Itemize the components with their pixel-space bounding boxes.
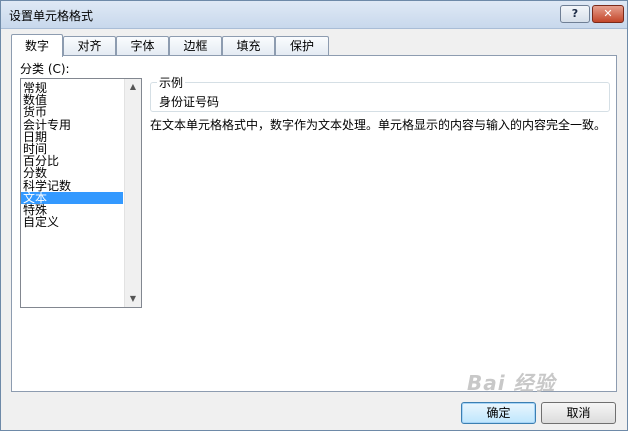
category-item[interactable]: 会计专用 (21, 118, 123, 131)
sample-legend: 示例 (157, 74, 186, 91)
number-tab-panel: 分类 (C): 常规 数值 货币 会计专用 日期 时间 百分比 分数 科学记数 文本 特殊 自定义 ▲… (11, 55, 617, 392)
help-button[interactable]: ? (560, 5, 590, 23)
category-listbox[interactable]: 常规 数值 货币 会计专用 日期 时间 百分比 分数 科学记数 文本 特殊 自定义 ▲ ▼ (20, 78, 142, 308)
tab-protection[interactable]: 保护 (275, 36, 329, 56)
scroll-down-icon[interactable]: ▼ (125, 291, 141, 307)
cancel-button[interactable]: 取消 (541, 402, 616, 424)
category-item[interactable]: 科学记数 (21, 179, 123, 192)
title-bar: 设置单元格格式 ? ✕ (1, 1, 627, 29)
format-cells-dialog: 设置单元格格式 ? ✕ 数字 对齐 字体 边框 填充 保护 分类 (C): 常规… (0, 0, 628, 431)
category-scrollbar[interactable]: ▲ ▼ (124, 79, 141, 307)
format-description: 在文本单元格格式中，数字作为文本处理。单元格显示的内容与输入的内容完全一致。 (150, 118, 607, 132)
ok-button[interactable]: 确定 (461, 402, 536, 424)
category-item[interactable]: 分数 (21, 167, 123, 179)
dialog-title: 设置单元格格式 (9, 9, 94, 23)
tab-alignment[interactable]: 对齐 (63, 36, 116, 56)
sample-value: 身份证号码 (159, 95, 220, 109)
tab-border[interactable]: 边框 (169, 36, 222, 56)
close-button[interactable]: ✕ (592, 5, 624, 23)
watermark-logo: Bai 经验 (467, 371, 556, 395)
scroll-up-icon[interactable]: ▲ (125, 79, 141, 95)
category-item[interactable]: 货币 (21, 106, 123, 118)
tab-font[interactable]: 字体 (116, 36, 169, 56)
category-list: 常规 数值 货币 会计专用 日期 时间 百分比 分数 科学记数 文本 特殊 自定义 (21, 82, 123, 228)
category-label: 分类 (C): (20, 62, 70, 76)
sample-group: 示例 身份证号码 (150, 74, 610, 112)
category-item[interactable]: 自定义 (21, 216, 123, 228)
tab-number[interactable]: 数字 (11, 34, 63, 57)
tab-fill[interactable]: 填充 (222, 36, 275, 56)
